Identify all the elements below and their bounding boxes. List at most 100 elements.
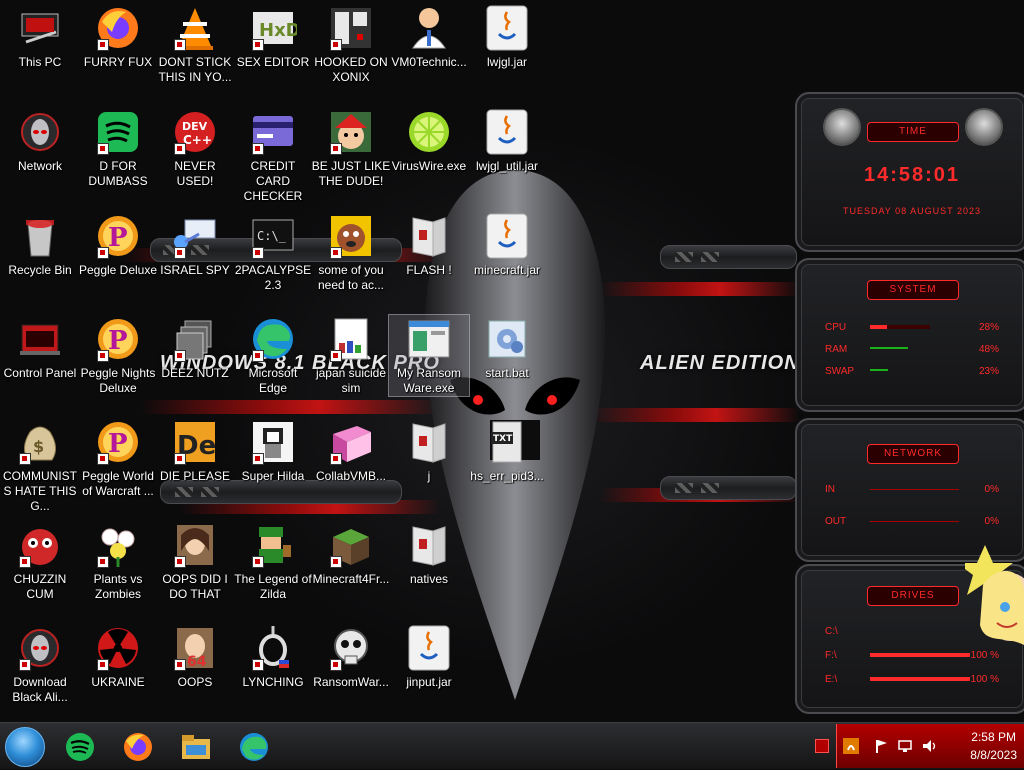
- shortcut-arrow-icon: [330, 556, 342, 568]
- desktop-icon-label: SEX EDITOR: [236, 55, 310, 69]
- desktop-icon[interactable]: HxD SEX EDITOR: [233, 4, 313, 70]
- desktop-icon-label: Super Hilda: [241, 469, 305, 483]
- desktop-icon[interactable]: C:\_ 2PACALYPSE 2.3: [233, 212, 313, 293]
- system-row-value: 23%: [978, 366, 999, 377]
- desktop-icon[interactable]: lwjgl.jar: [467, 4, 547, 70]
- desktop-icon[interactable]: j: [389, 418, 469, 484]
- svg-text:64: 64: [187, 654, 207, 670]
- terminal-icon: C:\_: [249, 212, 297, 260]
- metal-bar: [660, 476, 797, 500]
- desktop-icon-label: ISRAEL SPY: [160, 263, 230, 277]
- collab-cube-icon: [327, 418, 375, 466]
- network-tray-icon[interactable]: [897, 738, 913, 754]
- desktop-icon[interactable]: FURRY FUX: [78, 4, 158, 70]
- folder-icon: [405, 521, 453, 569]
- svg-text:C:\_: C:\_: [257, 229, 287, 243]
- desktop-icon[interactable]: some of you need to ac...: [311, 212, 391, 293]
- desktop-icon[interactable]: 64 OOPS: [155, 624, 235, 690]
- red-streak: [140, 400, 440, 414]
- system-row: CPU 28%: [825, 322, 999, 333]
- folder-icon: [405, 418, 453, 466]
- network-row-value: 0%: [984, 516, 999, 527]
- shortcut-arrow-icon: [330, 453, 342, 465]
- desktop-icon[interactable]: CREDIT CARD CHECKER: [233, 108, 313, 204]
- red-streak: [600, 282, 800, 296]
- desktop-icon[interactable]: DEV C++ NEVER USED!: [155, 108, 235, 189]
- desktop-icon[interactable]: start.bat: [467, 315, 547, 381]
- desktop-icon[interactable]: UKRAINE: [78, 624, 158, 690]
- desktop-icon[interactable]: The Legend of Zilda: [233, 521, 313, 602]
- shortcut-arrow-icon: [330, 39, 342, 51]
- svg-text:P: P: [108, 223, 128, 253]
- desktop-icon[interactable]: D FOR DUMBASS: [78, 108, 158, 189]
- desktop-icon[interactable]: Plants vs Zombies: [78, 521, 158, 602]
- svg-text:TXT: TXT: [493, 434, 513, 444]
- desktop-icon[interactable]: My Ransom Ware.exe: [388, 314, 470, 397]
- desktop-icon-label: BE JUST LIKE THE DUDE!: [311, 159, 391, 188]
- file-explorer-taskbar-button[interactable]: [176, 729, 216, 765]
- desktop-icon[interactable]: Download Black Ali...: [0, 624, 80, 705]
- desktop-icon[interactable]: Minecraft4Fr...: [311, 521, 391, 587]
- drives-row-value: 100 %: [970, 674, 999, 685]
- desktop-icon[interactable]: P Peggle Deluxe: [78, 212, 158, 278]
- desktop-icon[interactable]: FLASH !: [389, 212, 469, 278]
- desktop-icon[interactable]: CollabVMB...: [311, 418, 391, 484]
- desktop-icon[interactable]: This PC: [0, 4, 80, 70]
- desktop-icon-label: Control Panel: [3, 366, 77, 380]
- svg-text:DEV: DEV: [182, 120, 208, 133]
- desktop-icon[interactable]: VirusWire.exe: [389, 108, 469, 174]
- desktop-icon[interactable]: Recycle Bin: [0, 212, 80, 278]
- desktop-icon[interactable]: Control Panel: [0, 315, 80, 381]
- desktop-icon[interactable]: lwjgl_util.jar: [467, 108, 547, 174]
- recycle-bin-icon: [16, 212, 64, 260]
- time-widget: TIME 14:58:01 TUESDAY 08 AUGUST 2023: [795, 92, 1024, 252]
- volume-icon[interactable]: [921, 738, 937, 754]
- desktop-icon[interactable]: DEEZ NUTZ: [155, 315, 235, 381]
- edge-taskbar-button[interactable]: [234, 729, 274, 765]
- desktop-icon[interactable]: CHUZZIN CUM: [0, 521, 80, 602]
- desktop-icon[interactable]: minecraft.jar: [467, 212, 547, 278]
- shortcut-arrow-icon: [252, 39, 264, 51]
- shortcut-arrow-icon: [19, 453, 31, 465]
- desktop-icon[interactable]: ISRAEL SPY: [155, 212, 235, 278]
- flag-icon[interactable]: [873, 738, 889, 754]
- firefox-taskbar-button[interactable]: [118, 729, 158, 765]
- doctor-person-icon: [405, 4, 453, 52]
- desktop-icon[interactable]: natives: [389, 521, 469, 587]
- desktop-icon[interactable]: BE JUST LIKE THE DUDE!: [311, 108, 391, 189]
- alien-badge-icon: [823, 108, 861, 146]
- shortcut-arrow-icon: [252, 350, 264, 362]
- taskbar-clock[interactable]: 2:58 PM 8/8/2023: [970, 728, 1017, 764]
- desktop-icon-label: The Legend of Zilda: [234, 572, 312, 601]
- start-button[interactable]: [5, 727, 45, 767]
- desktop-icon[interactable]: LYNCHING: [233, 624, 313, 690]
- chuzzle-icon: [16, 521, 64, 569]
- spotify-taskbar-button[interactable]: [60, 729, 100, 765]
- network-row: OUT 0%: [825, 516, 999, 527]
- desktop-icon[interactable]: DONT STICK THIS IN YO...: [155, 4, 235, 85]
- alien-network-icon: [16, 108, 64, 156]
- desktop-icon[interactable]: jinput.jar: [389, 624, 469, 690]
- spotify-icon: [66, 733, 94, 761]
- desktop-icon[interactable]: Microsoft Edge: [233, 315, 313, 396]
- desktop-icon[interactable]: P Peggle Nights Deluxe: [78, 315, 158, 396]
- desktop-icon[interactable]: De DIE PLEASE: [155, 418, 235, 484]
- desktop-icon[interactable]: $ COMMUNISTS HATE THIS G...: [0, 418, 80, 514]
- desktop-icon[interactable]: OOPS DID I DO THAT: [155, 521, 235, 602]
- java-update-icon[interactable]: [843, 738, 859, 754]
- desktop-icon[interactable]: VM0Technic...: [389, 4, 469, 70]
- desktop-icon[interactable]: Super Hilda: [233, 418, 313, 484]
- show-hidden-icons-button[interactable]: [815, 739, 829, 753]
- desktop-icon-label: Microsoft Edge: [248, 366, 298, 395]
- desktop-icon[interactable]: HOOKED ON XONIX: [311, 4, 391, 85]
- desktop-icon-label: CHUZZIN CUM: [13, 572, 67, 601]
- desktop-icon[interactable]: P Peggle World of Warcraft ...: [78, 418, 158, 499]
- desktop-icon-label: CREDIT CARD CHECKER: [243, 159, 303, 203]
- desktop-icon[interactable]: RansomWar...: [311, 624, 391, 690]
- desktop-icon[interactable]: japan suicide sim: [311, 315, 391, 396]
- desktop-icon[interactable]: TXT hs_err_pid3...: [467, 418, 547, 484]
- desktop-icon-label: Minecraft4Fr...: [312, 572, 390, 586]
- desktop-icon-label: Recycle Bin: [8, 263, 72, 277]
- desktop-icon[interactable]: Network: [0, 108, 80, 174]
- alien-badge-icon: [965, 108, 1003, 146]
